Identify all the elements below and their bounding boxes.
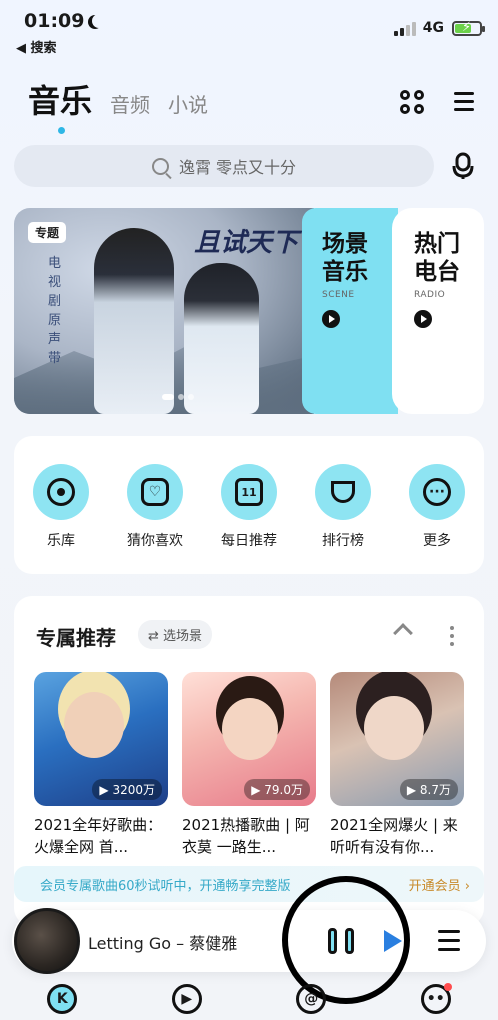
play-count: ▶ 8.7万: [399, 779, 458, 800]
quick-nav-label: 乐库: [47, 533, 75, 549]
banner-tag: 专题: [28, 222, 67, 243]
video-nav-icon[interactable]: ▶: [171, 984, 202, 1014]
choose-scene-button[interactable]: ⇄ 选场景: [138, 620, 213, 649]
tab-music[interactable]: 音乐: [28, 76, 92, 134]
profile-nav-icon[interactable]: ••: [420, 983, 452, 1014]
hot-radio-card[interactable]: 热门电台 RADIO: [392, 208, 484, 414]
playlist-card[interactable]: ▶ 3200万 2021全年好歌曲：火爆全网 首...: [34, 672, 168, 858]
playlist-queue-icon[interactable]: [438, 930, 460, 957]
home-nav-icon[interactable]: K: [47, 984, 78, 1014]
playlist-cover[interactable]: ▶ 79.0万: [182, 672, 316, 806]
album-art[interactable]: [14, 908, 80, 974]
playlist-cover[interactable]: ▶ 8.7万: [330, 672, 464, 806]
signal-icon: [394, 22, 416, 36]
play-count: ▶ 79.0万: [244, 779, 310, 800]
more-icon: ···: [423, 478, 451, 506]
quick-nav: 乐库 ♡ 猜你喜欢 11 每日推荐 排行榜 ··· 更多: [14, 436, 484, 574]
chevron-up-icon[interactable]: [393, 623, 413, 643]
playlist-cover[interactable]: ▶ 3200万: [34, 672, 168, 806]
vip-trial-bar[interactable]: 会员专属歌曲60秒试听中，开通畅享完整版 开通会员 ›: [14, 866, 484, 902]
section-title: 专属推荐: [36, 626, 116, 650]
banner-vertical-text: 电视剧原声带: [48, 256, 62, 366]
back-to-app-link[interactable]: ◀ 搜索: [16, 37, 57, 56]
quick-nav-label: 排行榜: [322, 533, 364, 549]
banner-image[interactable]: 专题 电视剧原声带 且试天下: [14, 208, 314, 414]
more-vertical-icon[interactable]: [450, 626, 454, 650]
playlist-title[interactable]: 2021全年好歌曲：火爆全网 首...: [34, 814, 168, 858]
playlist-cards: ▶ 3200万 2021全年好歌曲：火爆全网 首... ▶ 79.0万 2021…: [34, 672, 464, 858]
playlist-card[interactable]: ▶ 8.7万 2021全网爆火 | 来听听有没有你...: [330, 672, 464, 858]
carousel-dots: [162, 394, 194, 400]
quick-nav-label: 更多: [423, 533, 451, 549]
top-tabs: 音乐 音频 小说: [28, 76, 208, 134]
banner-title: 且试天下: [194, 228, 299, 258]
play-icon[interactable]: [322, 310, 340, 328]
mini-player[interactable]: Letting Go – 蔡健雅: [12, 908, 486, 974]
profile-glyph: ••: [426, 991, 445, 1007]
quick-nav-charts[interactable]: 排行榜: [306, 464, 380, 574]
quick-nav-guess-you-like[interactable]: ♡ 猜你喜欢: [118, 464, 192, 574]
playlist-title[interactable]: 2021热播歌曲 | 阿衣莫 一路生...: [182, 814, 316, 858]
search-icon: [151, 157, 169, 175]
scene-music-card[interactable]: 场景音乐 SCENE: [302, 208, 398, 414]
now-playing-title[interactable]: Letting Go – 蔡健雅: [88, 930, 237, 954]
playlist-card[interactable]: ▶ 79.0万 2021热播歌曲 | 阿衣莫 一路生...: [182, 672, 316, 858]
quick-nav-label: 猜你喜欢: [127, 533, 183, 549]
playlist-title[interactable]: 2021全网爆火 | 来听听有没有你...: [330, 814, 464, 858]
search-bar[interactable]: 逸霄 零点又十分: [14, 145, 434, 187]
calendar-icon: 11: [235, 478, 263, 506]
status-bar: 01:09 ◀ 搜索 4G ⚡: [0, 0, 498, 60]
vip-trial-text: 会员专属歌曲60秒试听中，开通畅享完整版: [40, 878, 291, 894]
trophy-icon: [331, 481, 355, 503]
play-icon[interactable]: [414, 310, 432, 328]
tab-audio[interactable]: 音频: [110, 89, 150, 122]
hot-radio-sub: RADIO: [414, 290, 446, 300]
notification-badge: [443, 983, 452, 991]
open-vip-link[interactable]: 开通会员 ›: [409, 875, 470, 894]
quick-nav-label: 每日推荐: [221, 533, 277, 549]
apps-grid-icon[interactable]: [400, 90, 424, 114]
community-nav-icon[interactable]: @: [296, 984, 327, 1014]
voice-search-icon[interactable]: [450, 152, 478, 180]
search-placeholder: 逸霄 零点又十分: [178, 158, 297, 177]
status-time: 01:09: [24, 10, 106, 32]
quick-nav-library[interactable]: 乐库: [24, 464, 98, 574]
banner-carousel[interactable]: 专题 电视剧原声带 且试天下 场景音乐 SCENE 热门电台 RADIO: [14, 208, 484, 414]
heart-icon: ♡: [141, 478, 169, 506]
network-type: 4G: [422, 20, 444, 36]
menu-icon[interactable]: [454, 92, 474, 112]
bottom-nav: K ▶ @ ••: [0, 978, 498, 1020]
disc-icon: [47, 478, 75, 506]
tab-novel[interactable]: 小说: [168, 89, 208, 122]
scene-music-title: 场景音乐: [322, 231, 368, 285]
hot-radio-title: 热门电台: [414, 231, 460, 285]
quick-nav-more[interactable]: ··· 更多: [400, 464, 474, 574]
quick-nav-daily[interactable]: 11 每日推荐: [212, 464, 286, 574]
play-count: ▶ 3200万: [92, 779, 162, 800]
battery-icon: ⚡: [452, 20, 485, 36]
scene-music-sub: SCENE: [322, 290, 355, 300]
moon-icon: [92, 14, 106, 28]
